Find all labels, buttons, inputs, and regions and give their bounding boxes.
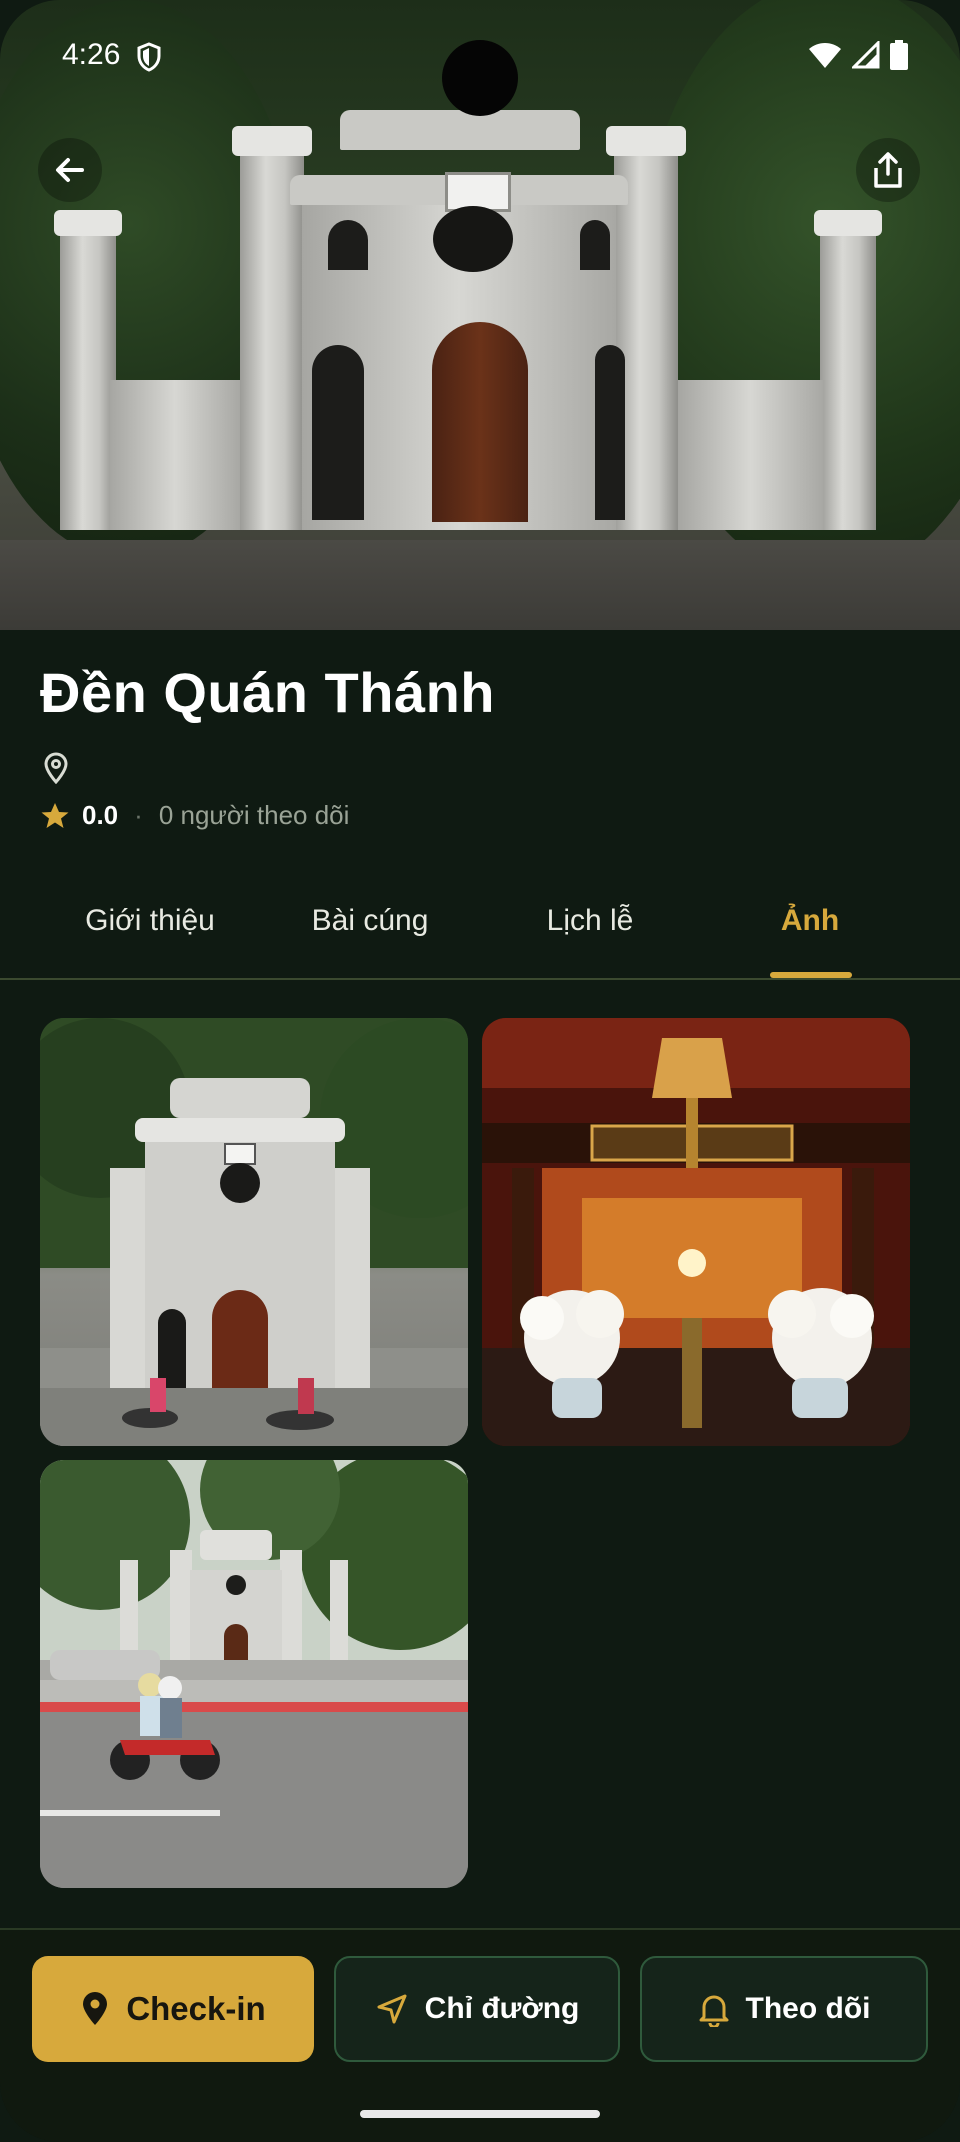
rating-value: 0.0 <box>82 800 119 830</box>
back-arrow-icon <box>56 158 84 182</box>
tab-festival-calendar[interactable]: Lịch lễ <box>480 904 700 938</box>
shield-icon <box>136 42 162 77</box>
status-icons <box>808 40 908 70</box>
photo-thumbnail[interactable] <box>482 1018 910 1446</box>
app-screen: 4:26 Đền Quán Thánh 0.0 · 0 người theo d… <box>0 0 960 2142</box>
camera-cutout <box>442 40 518 116</box>
hero-image: 4:26 <box>0 0 960 630</box>
wifi-icon <box>809 43 841 68</box>
tab-introduction[interactable]: Giới thiệu <box>40 904 260 938</box>
place-title: Đền Quán Thánh <box>40 661 495 724</box>
follow-button[interactable]: Theo dõi <box>640 1956 928 2062</box>
follow-label: Theo dõi <box>745 1992 871 2025</box>
directions-label: Chỉ đường <box>424 1992 580 2025</box>
status-time: 4:26 <box>62 38 121 71</box>
share-icon <box>874 152 902 188</box>
navigation-arrow-icon <box>377 1994 407 2024</box>
directions-button[interactable]: Chỉ đường <box>334 1956 620 2062</box>
battery-icon <box>890 40 908 70</box>
location-pin-icon <box>42 752 70 789</box>
star-icon <box>41 802 69 828</box>
home-indicator[interactable] <box>360 2110 600 2118</box>
tab-bar: Giới thiệu Bài cúng Lịch lễ Ảnh <box>0 882 960 980</box>
tab-active-indicator <box>770 972 852 978</box>
checkin-label: Check-in <box>126 1990 266 2027</box>
bell-icon <box>699 1995 728 2027</box>
follower-count: 0 người theo dõi <box>158 800 350 830</box>
back-button[interactable] <box>38 138 102 202</box>
checkin-button[interactable]: Check-in <box>32 1956 314 2062</box>
signal-icon <box>852 41 880 69</box>
map-pin-filled-icon <box>83 1992 108 2025</box>
photo-thumbnail[interactable] <box>40 1018 468 1446</box>
tab-photos[interactable]: Ảnh <box>700 904 920 938</box>
photo-thumbnail[interactable] <box>40 1460 468 1888</box>
share-button[interactable] <box>856 138 920 202</box>
temple-gate-illustration <box>40 80 920 600</box>
rating-row: 0.0 · 0 người theo dõi <box>40 800 349 831</box>
tab-prayers[interactable]: Bài cúng <box>260 904 480 938</box>
separator-dot: · <box>134 800 143 830</box>
